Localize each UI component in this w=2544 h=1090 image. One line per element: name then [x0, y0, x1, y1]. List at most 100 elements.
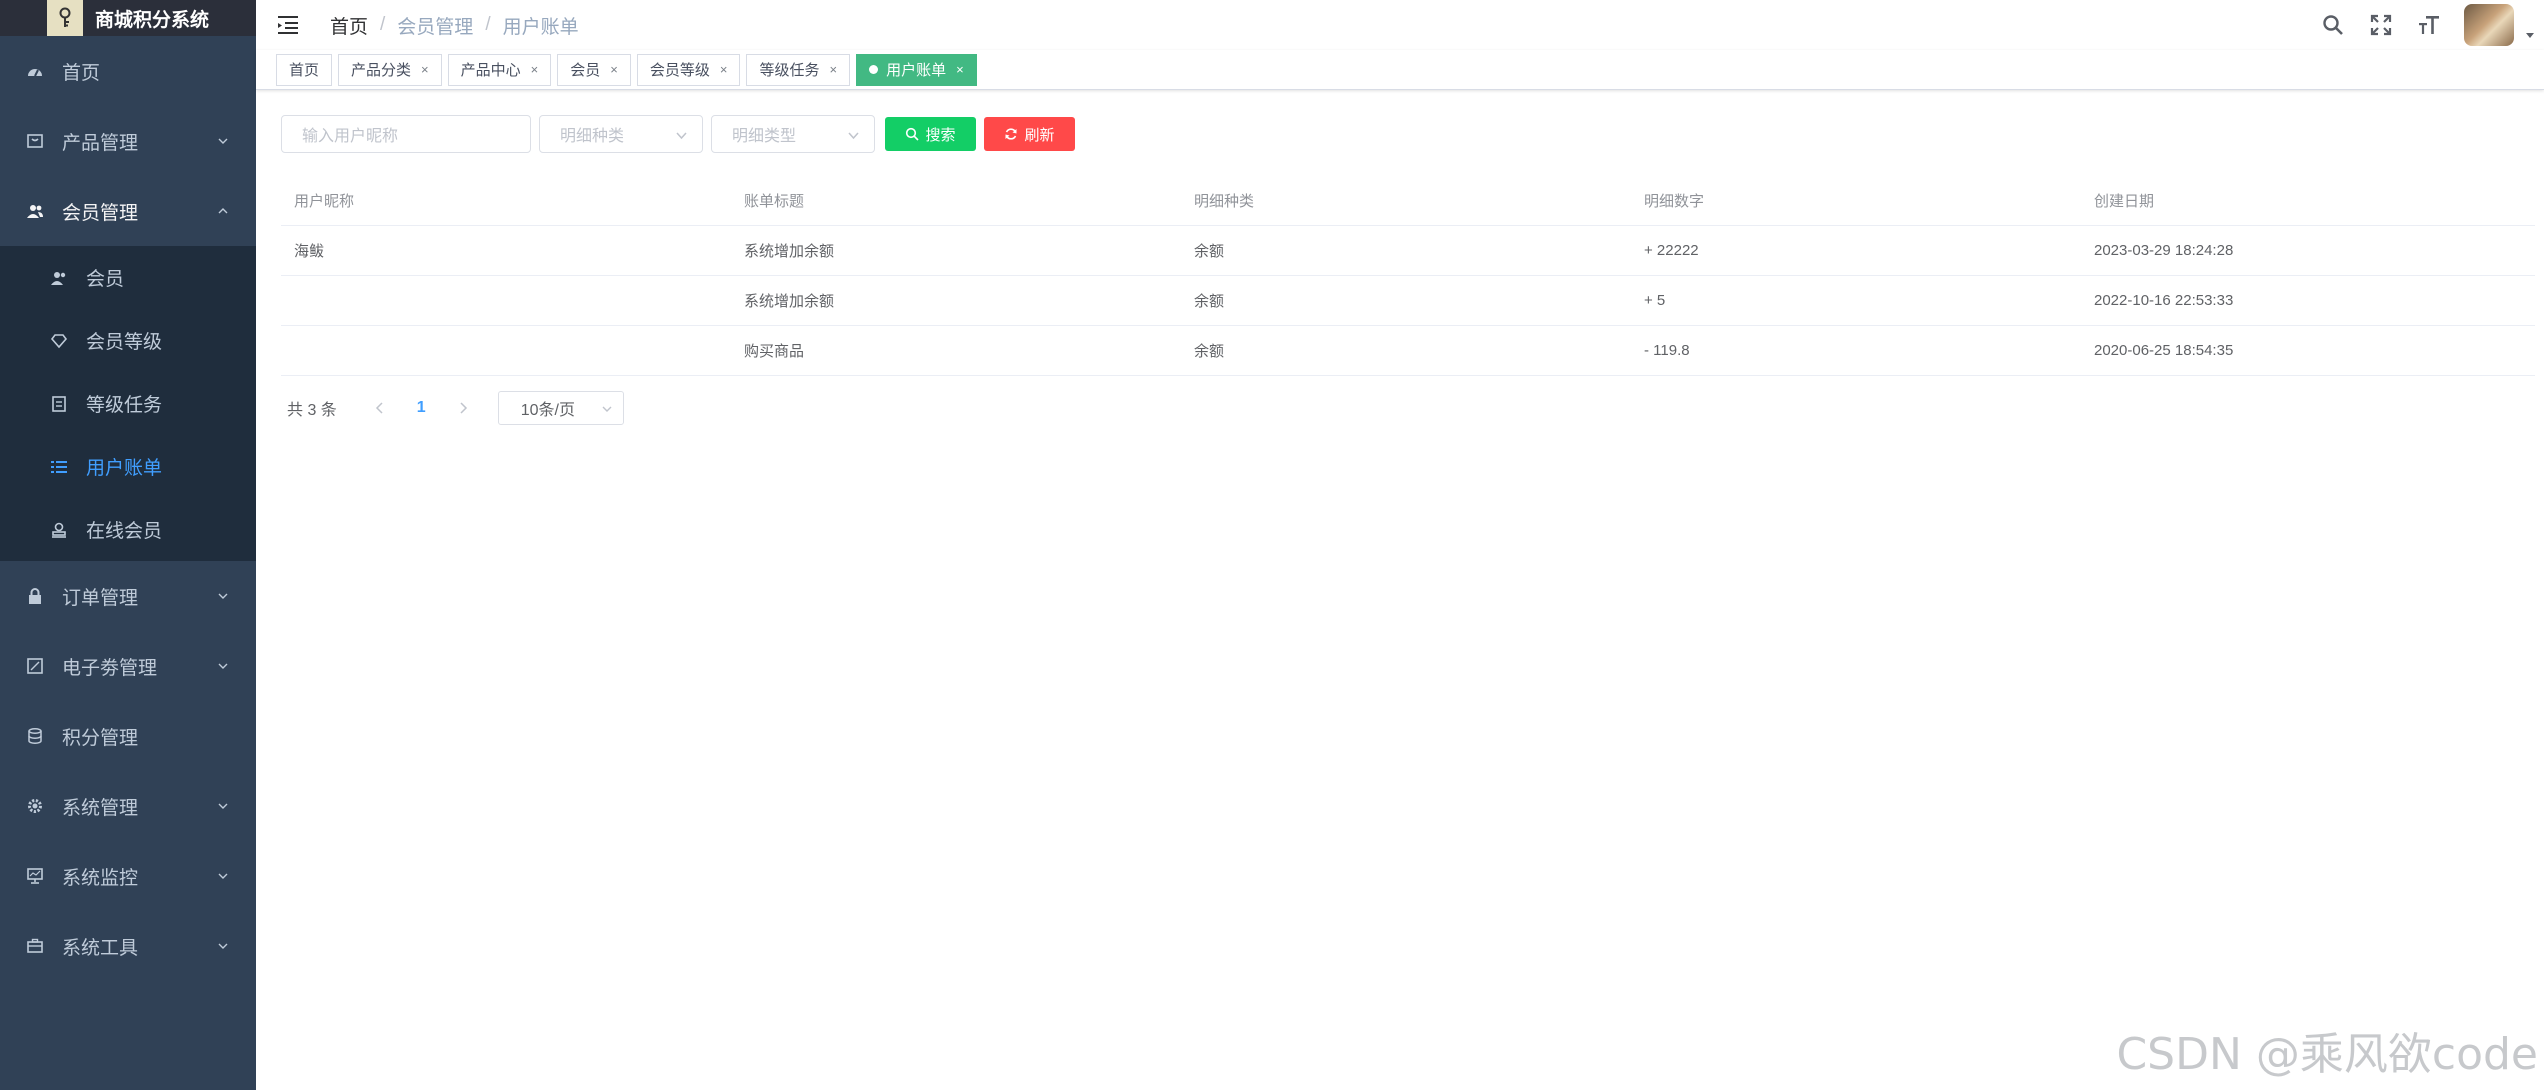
chevron-down-icon	[848, 132, 859, 140]
users-icon	[24, 200, 46, 222]
sidebar-item-system[interactable]: 系统管理	[0, 771, 256, 841]
tag-home[interactable]: 首页	[276, 53, 333, 86]
tag-member[interactable]: 会员 ×	[557, 53, 631, 86]
sidebar-item-label: 会员管理	[62, 202, 139, 224]
sidebar-item-label: 电子劵管理	[62, 657, 158, 679]
navbar: 首页 / 会员管理 / 用户账单	[256, 0, 2544, 50]
pagination-page[interactable]: 1	[417, 399, 426, 417]
search-button-label: 搜索	[925, 126, 956, 144]
font-size-icon[interactable]	[2416, 12, 2442, 38]
chevron-down-icon	[218, 943, 228, 949]
sidebar-item-members[interactable]: 会员管理	[0, 176, 256, 246]
list-icon	[48, 456, 70, 478]
search-form: 输入用户昵称 明细种类 明细类型 搜索 刷新	[281, 115, 1075, 153]
cell-number: - 119.8	[1644, 342, 1690, 359]
cell-kind: 余额	[1194, 293, 1225, 310]
chevron-down-icon	[218, 593, 228, 599]
breadcrumb-user-bill: 用户账单	[502, 16, 579, 38]
refresh-icon	[1005, 128, 1017, 140]
page-size-select[interactable]: 10条/页	[497, 391, 624, 425]
user-icon	[48, 267, 70, 289]
sidebar-item-label: 用户账单	[86, 458, 163, 479]
tag-level-task[interactable]: 等级任务 ×	[746, 53, 851, 86]
sidebar-item-coupons[interactable]: 电子劵管理	[0, 631, 256, 701]
logo-bar[interactable]: 商城积分系统	[0, 0, 256, 36]
refresh-button-label: 刷新	[1024, 126, 1055, 144]
nickname-placeholder: 输入用户昵称	[302, 128, 399, 145]
sidebar-item-member[interactable]: 会员	[0, 246, 256, 309]
tag-user-bill[interactable]: 用户账单 ×	[856, 53, 977, 86]
breadcrumb-home[interactable]: 首页	[330, 12, 368, 39]
task-icon	[48, 393, 70, 415]
tag-member-level[interactable]: 会员等级 ×	[636, 53, 741, 86]
sidebar-item-user-bill[interactable]: 用户账单	[0, 435, 256, 498]
chevron-down-icon	[218, 663, 228, 669]
sidebar-item-label: 系统工具	[62, 937, 139, 959]
close-icon[interactable]: ×	[829, 62, 837, 77]
lock-icon	[24, 585, 46, 607]
sidebar-item-tools[interactable]: 系统工具	[0, 911, 256, 981]
column-header: 账单标题	[744, 193, 805, 210]
sidebar-item-online-members[interactable]: 在线会员	[0, 498, 256, 561]
sidebar-item-member-level[interactable]: 会员等级	[0, 309, 256, 372]
sidebar-item-points[interactable]: 积分管理	[0, 701, 256, 771]
header-right-menu	[2320, 0, 2544, 50]
app-title: 商城积分系统	[94, 9, 209, 31]
table-row[interactable]: 系统增加余额 余额 + 5 2022-10-16 22:53:33	[281, 276, 2535, 326]
detail-kind-select[interactable]: 明细种类	[539, 115, 703, 153]
tag-label: 首页	[289, 62, 320, 79]
chevron-down-icon	[218, 803, 228, 809]
tag-product-center[interactable]: 产品中心 ×	[447, 53, 552, 86]
search-icon[interactable]	[2320, 12, 2346, 38]
tag-label: 会员	[570, 62, 601, 79]
cell-created-at: 2022-10-16 22:53:33	[2094, 292, 2234, 309]
close-icon[interactable]: ×	[610, 62, 618, 77]
table-row[interactable]: 购买商品 余额 - 119.8 2020-06-25 18:54:35	[281, 326, 2535, 376]
cell-kind: 余额	[1194, 343, 1225, 360]
caret-down-icon[interactable]	[2524, 29, 2536, 41]
database-icon	[24, 725, 46, 747]
toolbox-icon	[24, 935, 46, 957]
box-icon	[24, 130, 46, 152]
hamburger-icon[interactable]	[278, 15, 300, 35]
breadcrumb: 首页 / 会员管理 / 用户账单	[330, 12, 579, 39]
monitor-icon	[24, 865, 46, 887]
cell-nickname: 海鲅	[294, 243, 325, 260]
nickname-input[interactable]: 输入用户昵称	[281, 115, 531, 153]
fullscreen-icon[interactable]	[2368, 12, 2394, 38]
cell-title: 购买商品	[744, 343, 805, 360]
column-header: 创建日期	[2094, 193, 2155, 210]
avatar[interactable]	[2464, 4, 2514, 46]
chevron-left-icon[interactable]	[373, 401, 387, 415]
chevron-down-icon	[218, 873, 228, 879]
bill-table: 用户昵称 账单标题 明细种类 明细数字 创建日期 海鲅 系统增加余额 余额 + …	[281, 176, 2535, 376]
sidebar: 商城积分系统 首页 产品管理 会员管理 会员 会员等级 等级任务 用户账单 在线…	[0, 0, 256, 1090]
table-row[interactable]: 海鲅 系统增加余额 余额 + 22222 2023-03-29 18:24:28	[281, 226, 2535, 276]
search-button[interactable]: 搜索	[885, 117, 976, 151]
close-icon[interactable]: ×	[956, 62, 964, 77]
chevron-right-icon[interactable]	[456, 401, 470, 415]
sidebar-item-label: 会员	[86, 269, 125, 290]
sidebar-item-level-task[interactable]: 等级任务	[0, 372, 256, 435]
search-icon	[906, 127, 920, 141]
sidebar-item-label: 订单管理	[62, 587, 139, 609]
close-icon[interactable]: ×	[720, 62, 728, 77]
refresh-button[interactable]: 刷新	[984, 117, 1075, 151]
cell-number: + 5	[1644, 292, 1666, 309]
detail-kind-placeholder: 明细种类	[560, 128, 625, 145]
close-icon[interactable]: ×	[531, 62, 539, 77]
sidebar-item-products[interactable]: 产品管理	[0, 106, 256, 176]
cell-title: 系统增加余额	[744, 293, 835, 310]
column-header: 明细种类	[1194, 193, 1255, 210]
sidebar-item-orders[interactable]: 订单管理	[0, 561, 256, 631]
sidebar-item-label: 首页	[62, 62, 101, 84]
sidebar-item-label: 产品管理	[62, 132, 139, 154]
page-size-value: 10条/页	[520, 402, 575, 419]
detail-type-select[interactable]: 明细类型	[711, 115, 875, 153]
tag-product-category[interactable]: 产品分类 ×	[338, 53, 442, 86]
sidebar-item-home[interactable]: 首页	[0, 36, 256, 106]
sidebar-item-monitor[interactable]: 系统监控	[0, 841, 256, 911]
chevron-up-icon	[218, 208, 228, 214]
close-icon[interactable]: ×	[421, 62, 429, 77]
cell-created-at: 2023-03-29 18:24:28	[2094, 242, 2234, 259]
